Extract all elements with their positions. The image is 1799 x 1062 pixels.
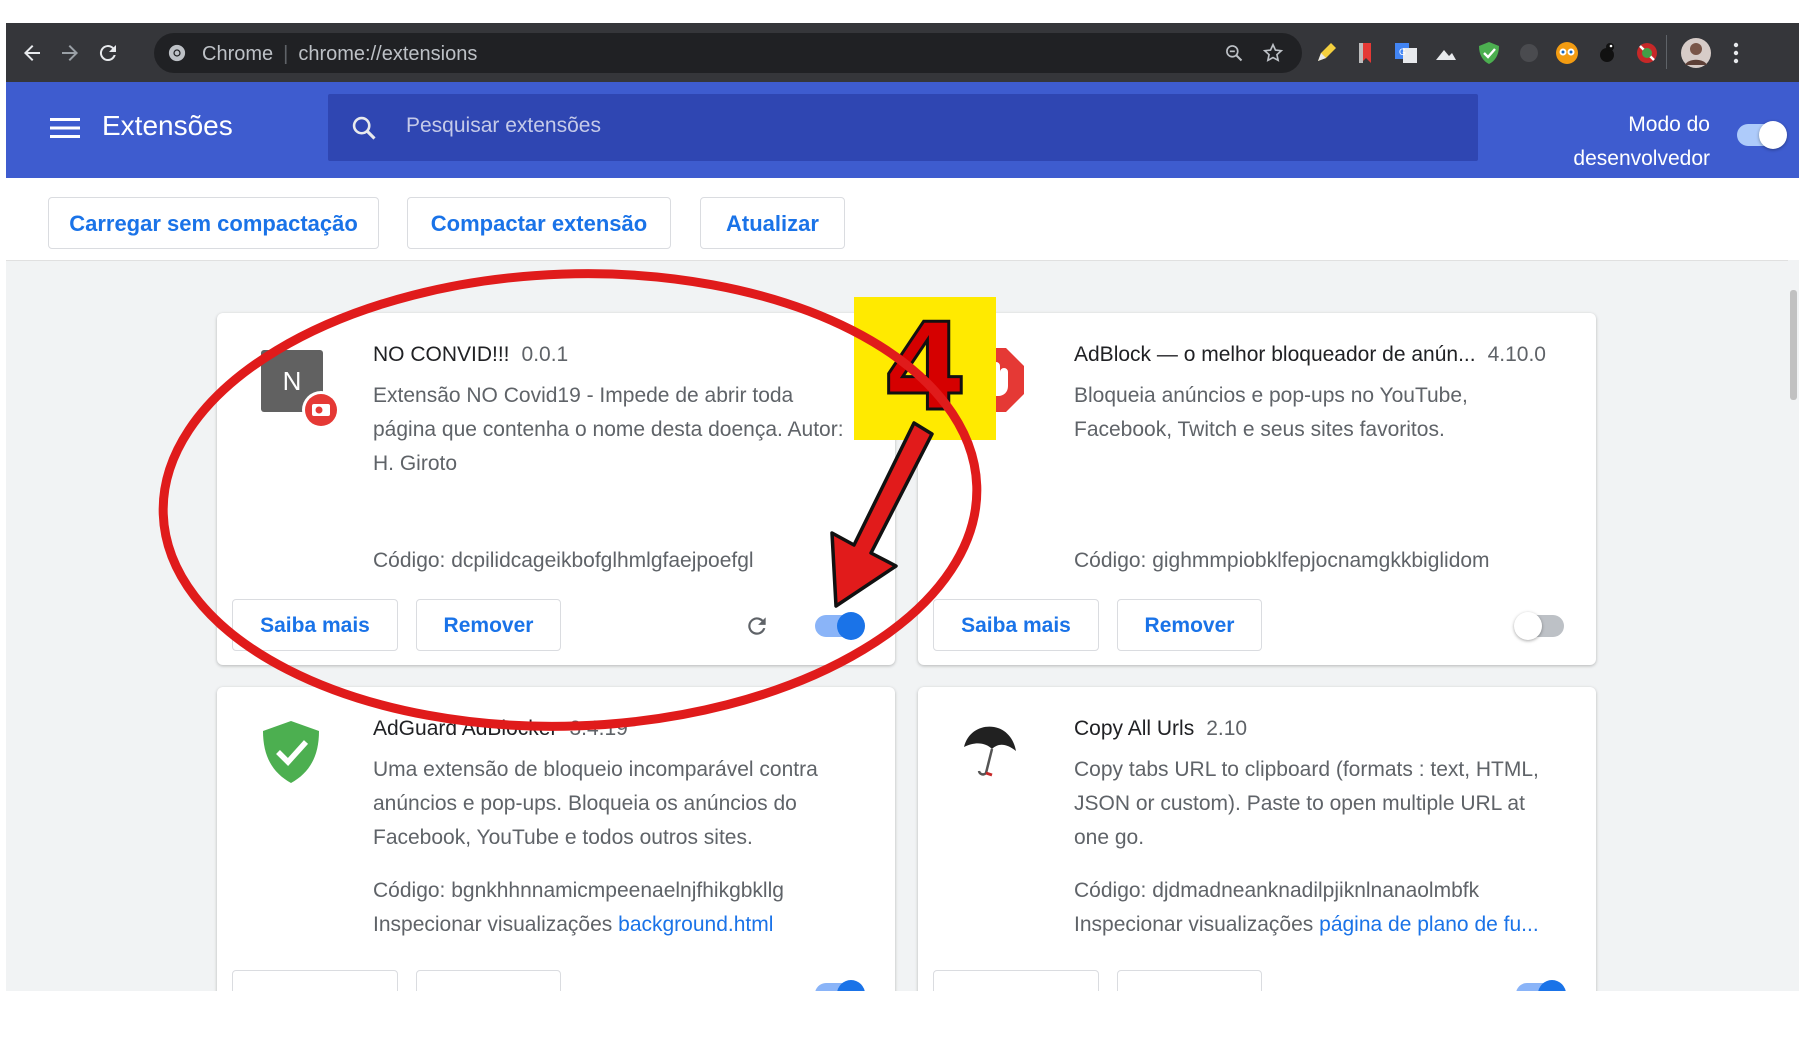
page-scrollbar[interactable] [1788,260,1799,991]
omnibox-url: chrome://extensions [298,43,478,65]
scrollbar-thumb[interactable] [1790,290,1797,400]
bug-ext-icon[interactable] [1594,40,1620,66]
details-button[interactable] [933,970,1099,991]
extension-description: Bloqueia anúncios e pop-ups no YouTube, … [1074,384,1468,441]
adguard-shield-icon [263,721,319,783]
extension-version: 0.0.1 [521,343,569,366]
translate-ext-icon[interactable]: G [1393,40,1419,66]
extension-description: Copy tabs URL to clipboard (formats : te… [1074,758,1539,849]
record-badge-icon [302,391,340,429]
dev-mode-label: Modo do desenvolvedor [1526,108,1710,176]
extension-version: 3.4.19 [569,717,628,740]
adguard-ext-icon[interactable] [1476,40,1502,66]
extension-name: NO CONVID!!! 0.0.1 [373,343,568,367]
umbrella-icon [964,726,1016,777]
toolbar-divider [1666,35,1667,69]
inspect-link[interactable]: background.html [618,913,773,936]
enable-toggle[interactable] [815,612,865,640]
block-ext-icon[interactable] [1634,40,1660,66]
page-title: Extensões [102,110,233,141]
search-field[interactable]: Pesquisar extensões [328,94,1478,161]
extension-card-adblock: AdBlock — o melhor bloqueador de anún...… [918,313,1596,665]
dev-mode-toggle[interactable] [1737,121,1787,149]
enable-toggle[interactable] [1516,980,1566,991]
extension-title: NO CONVID!!! [373,343,510,366]
inspect-label: Inspecionar visualizações [373,913,613,936]
bookmark-star-icon[interactable] [1262,42,1284,64]
toggle-knob [837,980,865,991]
dev-mode-label-line1: Modo do [1628,113,1710,136]
details-button[interactable]: Saiba mais [933,599,1099,651]
chrome-icon [168,44,186,62]
screenshot-ext-icon[interactable] [1433,40,1459,66]
eyes-ext-icon[interactable] [1554,40,1580,66]
step-number-box: 4 [854,297,996,440]
extension-title: Copy All Urls [1074,717,1195,740]
reload-icon[interactable] [96,41,120,65]
enable-toggle[interactable] [815,980,865,991]
remove-button[interactable] [416,970,561,991]
search-placeholder: Pesquisar extensões [406,114,601,137]
dev-mode-toggle-knob [1759,121,1787,149]
toggle-knob [1538,980,1566,991]
extension-id: Código: dcpilidcageikbofglhmlgfaejpoefgl [373,549,754,572]
toggle-knob [837,612,865,640]
extension-card-adguard: AdGuard AdBlocker 3.4.19 Uma extensão de … [217,687,895,991]
load-unpacked-button[interactable]: Carregar sem compactação [48,197,379,249]
menu-kebab-icon[interactable] [1726,40,1746,66]
omnibox-brand: Chrome [202,43,274,65]
extension-name: AdGuard AdBlocker 3.4.19 [373,717,628,741]
browser-toolbar: Chrome | chrome://extensions G [6,23,1799,82]
reload-extension-icon[interactable] [744,613,770,639]
extension-version: 4.10.0 [1487,343,1546,366]
enable-toggle[interactable] [1514,612,1564,640]
omnibox-text: Chrome | chrome://extensions [202,43,478,65]
extension-description: Uma extensão de bloqueio incomparável co… [373,758,818,849]
highlighter-ext-icon[interactable] [1313,40,1339,66]
bookmark-ext-icon[interactable] [1353,40,1379,66]
inspect-views: Inspecionar visualizações página de plan… [1074,913,1539,937]
extension-name: Copy All Urls 2.10 [1074,717,1247,741]
details-button[interactable] [232,970,398,991]
extension-card-copy-all-urls: Copy All Urls 2.10 Copy tabs URL to clipb… [918,687,1596,991]
search-icon [352,116,376,140]
address-bar[interactable]: Chrome | chrome://extensions [154,33,1302,73]
extension-title: AdGuard AdBlocker [373,717,558,740]
extension-id: Código: bgnkhhnnamicmpeenaelnjfhikgbkllg [373,879,784,902]
details-button[interactable]: Saiba mais [232,599,398,651]
zoom-icon[interactable] [1224,43,1244,63]
extension-version: 2.10 [1206,717,1248,740]
remove-button[interactable]: Remover [1117,599,1262,651]
extensions-header: Extensões Pesquisar extensões Modo do de… [6,82,1799,178]
extension-id: Código: gighmmpiobklfepjocnamgkkbiglidom [1074,549,1490,572]
forward-icon[interactable] [58,41,82,65]
dev-mode-label-line2: desenvolvedor [1573,147,1710,170]
update-button[interactable]: Atualizar [700,197,845,249]
inspect-views: Inspecionar visualizações background.htm… [373,913,773,937]
browser-window: Chrome|chrome://extensions G Extensões [6,23,1799,991]
hamburger-menu-icon[interactable] [50,116,80,140]
profile-avatar[interactable] [1680,37,1712,69]
inspect-link[interactable]: página de plano de fu... [1319,913,1539,936]
extension-title: AdBlock — o melhor bloqueador de anún... [1074,343,1476,366]
extension-card-no-convid: N NO CONVID!!! 0.0.1 Extensão NO Covid19 … [217,313,895,665]
remove-button[interactable] [1117,970,1262,991]
disabled-ext-icon[interactable] [1516,40,1542,66]
extension-description: Extensão NO Covid19 - Impede de abrir to… [373,384,844,475]
extension-id: Código: djdmadneanknadilpjiknlnanaolmbfk [1074,879,1480,902]
svg-text:G: G [1399,47,1406,57]
dev-actions-bar: Carregar sem compactação Compactar exten… [6,178,1799,261]
back-icon[interactable] [20,41,44,65]
toggle-knob [1514,612,1542,640]
remove-button[interactable]: Remover [416,599,561,651]
inspect-label: Inspecionar visualizações [1074,913,1314,936]
step-number: 4 [882,298,969,440]
extension-name: AdBlock — o melhor bloqueador de anún...… [1074,343,1546,367]
pack-extension-button[interactable]: Compactar extensão [407,197,671,249]
